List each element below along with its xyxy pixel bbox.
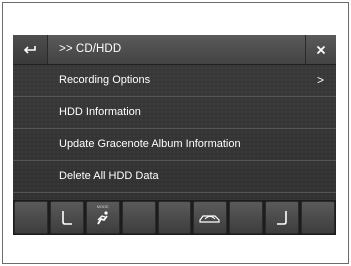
figure-frame: >> CD/HDD Recording Options > HDD Inform… [2,2,349,264]
seat-heater-right-button[interactable] [265,201,300,234]
header-bar: >> CD/HDD [13,35,336,65]
mode-label: MODE [96,204,109,209]
close-button[interactable] [305,35,336,64]
menu-item-label: Update Gracenote Album Information [59,138,241,150]
menu-item-label: HDD Information [59,106,141,118]
menu-item-update-gracenote[interactable]: Update Gracenote Album Information [13,129,336,161]
climate-button-4[interactable] [121,201,156,234]
fan-mode-button[interactable]: MODE [85,201,120,234]
menu-item-hdd-information[interactable]: HDD Information [13,97,336,129]
back-button[interactable] [13,35,48,64]
climate-button-5[interactable] [157,201,192,234]
seat-heater-left-button[interactable] [49,201,84,234]
climate-control-bar: MODE [13,200,336,235]
climate-button-7[interactable] [229,201,264,234]
menu-item-label: Delete All HDD Data [59,170,159,182]
climate-button-9[interactable] [301,201,336,234]
menu-item-label: Recording Options [59,74,151,86]
infotainment-screen: >> CD/HDD Recording Options > HDD Inform… [13,35,336,235]
back-arrow-icon [23,45,36,54]
menu-item-recording-options[interactable]: Recording Options > [13,65,336,97]
page-title: >> CD/HDD [59,43,122,55]
climate-button-1[interactable] [14,201,48,234]
menu-item-delete-hdd-data[interactable]: Delete All HDD Data [13,161,336,193]
menu-list: Recording Options > HDD Information Upda… [13,65,336,193]
recirculation-car-icon [199,214,220,223]
close-icon [316,45,326,54]
chevron-right-icon: > [316,73,324,87]
seat-heater-right-icon [277,210,287,225]
seat-heater-left-icon [62,210,72,225]
fan-mode-icon [96,210,108,224]
recirculation-button[interactable] [193,201,228,234]
